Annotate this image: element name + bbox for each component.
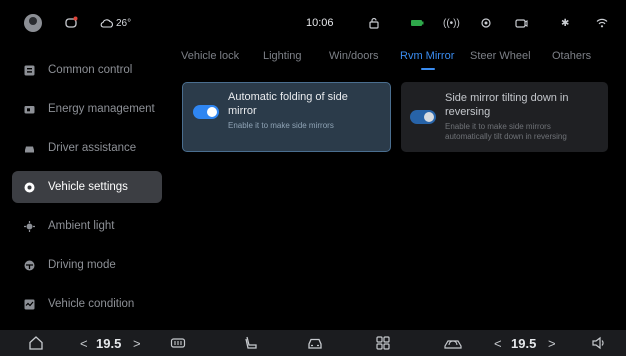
- sidebar-item-label: Energy management: [48, 103, 155, 115]
- toggle-knob: [424, 112, 434, 122]
- sidebar-item-label: Ambient light: [48, 220, 115, 232]
- steering-icon: [24, 260, 35, 271]
- auto-fold-mirror-card[interactable]: Automatic folding of side mirror Enable …: [182, 82, 391, 152]
- lock-icon: [368, 14, 380, 32]
- bottom-dock: < 19.5 > < 19.5 >: [0, 330, 626, 356]
- left-temp-increase-button[interactable]: >: [133, 335, 141, 351]
- right-temperature: 19.5: [511, 335, 537, 351]
- sidebar-item-label: Common control: [48, 64, 133, 76]
- card-title-line2: mirror: [228, 105, 257, 117]
- tab-vehicle-lock[interactable]: Vehicle lock: [181, 50, 239, 62]
- active-tab-indicator: [421, 68, 435, 70]
- cloud-icon: [100, 19, 113, 28]
- seat-icon[interactable]: [243, 335, 259, 351]
- mirror-tilt-reverse-card[interactable]: Side mirror tilting down in reversing En…: [401, 82, 608, 152]
- air-recirculation-icon[interactable]: [443, 335, 463, 351]
- card-description: Enable it to make side mirrors: [228, 121, 334, 130]
- light-icon: [24, 220, 35, 232]
- auto-fold-mirror-toggle[interactable]: [193, 105, 219, 119]
- sidebar-item-label: Vehicle condition: [48, 298, 135, 310]
- signal-icon: ((•)): [443, 17, 460, 29]
- location-icon: [480, 14, 492, 32]
- sidebar-item-driving-mode[interactable]: Driving mode: [12, 249, 162, 281]
- bluetooth-icon: ✱: [561, 17, 570, 29]
- outside-temperature: 26°: [100, 14, 131, 32]
- wifi-icon: [596, 14, 608, 32]
- settings-icon: [24, 182, 35, 193]
- volume-icon[interactable]: [591, 335, 607, 351]
- temperature-label: 26°: [116, 17, 132, 29]
- toggle-knob: [207, 107, 217, 117]
- camera-icon: [515, 14, 528, 32]
- tab-others[interactable]: Otahers: [552, 50, 591, 62]
- card-title-line1: Side mirror tilting down in: [445, 92, 569, 104]
- sidebar-item-energy-management[interactable]: Energy management: [12, 93, 162, 125]
- phone-notification-icon[interactable]: [64, 14, 78, 32]
- card-title-line2: reversing: [445, 106, 491, 118]
- card-title-line1: Automatic folding of side: [228, 91, 348, 103]
- sidebar-item-label: Vehicle settings: [48, 181, 128, 193]
- sidebar-item-label: Driver assistance: [48, 142, 137, 154]
- sidebar-item-vehicle-condition[interactable]: Vehicle condition: [12, 288, 162, 320]
- settings-tabs: Vehicle lock Lighting Win/doors Rvm Mirr…: [181, 50, 621, 72]
- tab-rvm-mirror[interactable]: Rvm Mirror: [400, 50, 454, 62]
- status-bar: 26° 10:06 ((•)) ✱: [0, 0, 626, 46]
- tab-win-doors[interactable]: Win/doors: [329, 50, 379, 62]
- car-icon[interactable]: [307, 335, 323, 351]
- left-temperature: 19.5: [96, 335, 122, 351]
- apps-grid-icon[interactable]: [375, 335, 391, 351]
- battery-icon: [410, 14, 424, 32]
- user-avatar[interactable]: [24, 14, 42, 32]
- sidebar-item-label: Driving mode: [48, 259, 116, 271]
- sidebar-item-ambient-light[interactable]: Ambient light: [12, 210, 162, 242]
- diagnostics-icon: [24, 299, 35, 310]
- car-icon: [24, 143, 35, 154]
- settings-sidebar: Common control Energy management Driver …: [12, 54, 162, 327]
- tab-lighting[interactable]: Lighting: [263, 50, 302, 62]
- left-temp-decrease-button[interactable]: <: [80, 335, 88, 351]
- clock: 10:06: [306, 17, 334, 29]
- card-description-line2: automatically tilt down in reversing: [445, 132, 567, 141]
- mirror-tilt-reverse-toggle[interactable]: [410, 110, 436, 124]
- sidebar-item-vehicle-settings[interactable]: Vehicle settings: [12, 171, 162, 203]
- battery-icon: [24, 104, 35, 115]
- sidebar-item-common-control[interactable]: Common control: [12, 54, 162, 86]
- card-description-line1: Enable it to make side mirrors: [445, 122, 551, 131]
- sidebar-item-driver-assistance[interactable]: Driver assistance: [12, 132, 162, 164]
- grid-icon: [24, 65, 35, 76]
- right-temp-decrease-button[interactable]: <: [494, 335, 502, 351]
- home-icon[interactable]: [28, 335, 44, 351]
- tab-steer-wheel[interactable]: Steer Wheel: [470, 50, 531, 62]
- rear-defrost-icon[interactable]: [170, 335, 186, 351]
- right-temp-increase-button[interactable]: >: [548, 335, 556, 351]
